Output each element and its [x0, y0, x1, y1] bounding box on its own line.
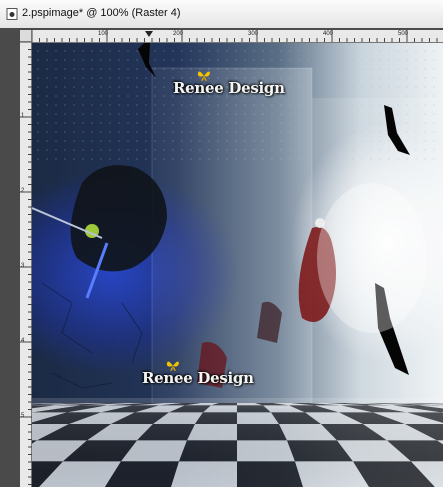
vertical-ruler[interactable]: 1 2 3 4 5: [20, 42, 32, 487]
ruler-label: 1: [21, 113, 25, 119]
window-title-bar[interactable]: 2.pspimage* @ 100% (Raster 4): [0, 0, 443, 29]
ruler-label: 3: [21, 263, 25, 269]
watermark-bottom: Renee Design: [142, 369, 254, 387]
ruler-label: 100: [98, 31, 109, 37]
window-title: 2.pspimage* @ 100% (Raster 4): [22, 7, 181, 19]
ruler-label: 4: [21, 338, 25, 344]
ruler-label: 200: [173, 31, 184, 37]
ruler-corner: [20, 30, 32, 42]
ruler-position-marker: [145, 31, 153, 37]
watermark-top: Renee Design: [173, 79, 285, 97]
ruler-ticks: [32, 30, 438, 42]
ruler-label: 2: [21, 188, 25, 194]
image-canvas[interactable]: Renee Design Renee Design: [32, 43, 443, 487]
canvas-artwork: [32, 43, 443, 487]
horizontal-ruler[interactable]: 100 200 300 400 500: [32, 30, 443, 43]
ruler-label: 500: [398, 31, 409, 37]
ruler-label: 5: [21, 413, 25, 419]
ruler-label: 400: [323, 31, 334, 37]
document-icon: [6, 8, 18, 20]
ruler-label: 300: [248, 31, 259, 37]
